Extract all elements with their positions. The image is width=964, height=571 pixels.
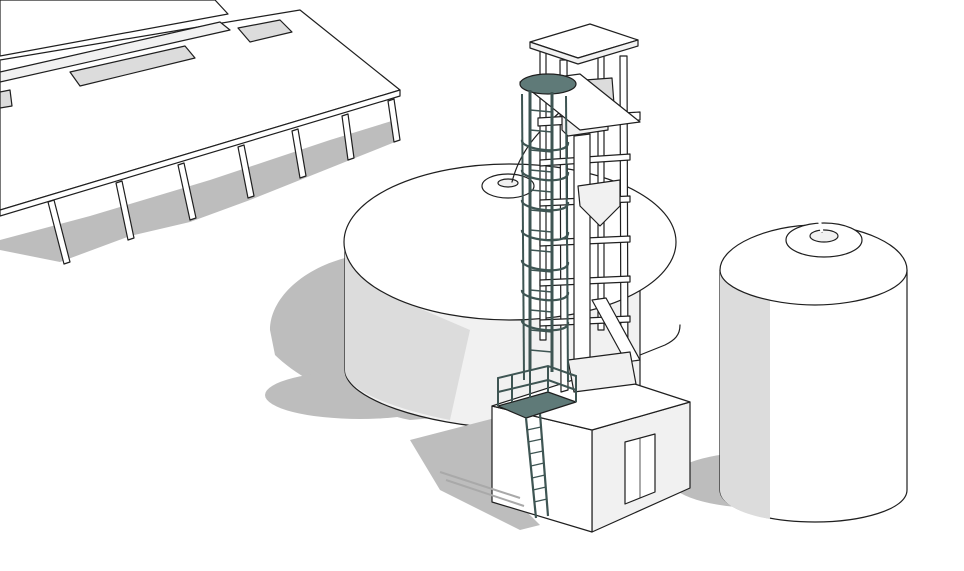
- machine-shed: [0, 0, 401, 265]
- bin-roof-cap-inner: [497, 178, 519, 188]
- ladder-top-platform: [519, 73, 577, 95]
- hopper-silo: [670, 222, 908, 523]
- elevator-casing: [573, 133, 591, 363]
- silo-body-shade: [720, 270, 770, 519]
- silo-site-3d-model: [0, 0, 908, 533]
- side-spout: [639, 324, 681, 356]
- shed-roof-vent-3: [0, 89, 13, 109]
- silo-roof-cap-inner: [809, 229, 839, 243]
